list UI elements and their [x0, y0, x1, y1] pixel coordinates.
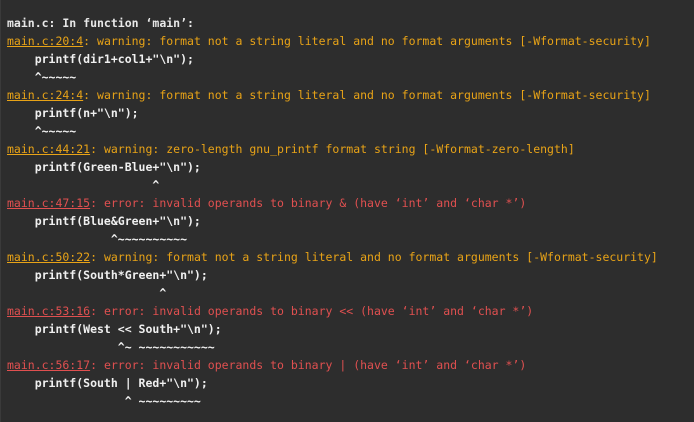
- diagnostic-message: : warning: format not a string literal a…: [90, 250, 658, 264]
- diagnostic-1: main.c:20:4: warning: format not a strin…: [7, 32, 694, 86]
- diagnostic-3: main.c:44:21: warning: zero-length gnu_p…: [7, 140, 694, 194]
- diagnostic-message: : warning: format not a string literal a…: [83, 34, 651, 48]
- source-line: printf(West << South+"\n");: [7, 322, 222, 336]
- diagnostic-line: main.c:24:4: warning: format not a strin…: [7, 86, 694, 104]
- diagnostic-line: main.c:50:22: warning: format not a stri…: [7, 248, 694, 266]
- caret-marker: ^~~~~~: [7, 70, 77, 84]
- diagnostic-location-link[interactable]: main.c:50:22: [7, 250, 90, 264]
- diagnostic-line: main.c:20:4: warning: format not a strin…: [7, 32, 694, 50]
- diagnostic-location-link[interactable]: main.c:24:4: [7, 88, 83, 102]
- diagnostic-2: main.c:24:4: warning: format not a strin…: [7, 86, 694, 140]
- diagnostic-line: main.c:53:16: error: invalid operands to…: [7, 302, 694, 320]
- diagnostic-message: : error: invalid operands to binary | (h…: [90, 358, 527, 372]
- diagnostic-5: main.c:50:22: warning: format not a stri…: [7, 248, 694, 302]
- diagnostic-location-link[interactable]: main.c:44:21: [7, 142, 90, 156]
- caret-marker: ^: [7, 286, 167, 300]
- diagnostic-7: main.c:56:17: error: invalid operands to…: [7, 356, 694, 410]
- diagnostic-message: : warning: zero-length gnu_printf format…: [90, 142, 575, 156]
- source-line: printf(Blue&Green+"\n");: [7, 214, 201, 228]
- diagnostic-message: : error: invalid operands to binary & (h…: [90, 196, 527, 210]
- diagnostic-message: : error: invalid operands to binary << (…: [90, 304, 534, 318]
- diagnostic-location-link[interactable]: main.c:47:15: [7, 196, 90, 210]
- caret-marker: ^~~~~~: [7, 124, 77, 138]
- diagnostic-line: main.c:56:17: error: invalid operands to…: [7, 356, 694, 374]
- diagnostic-location-link[interactable]: main.c:56:17: [7, 358, 90, 372]
- source-line: printf(South | Red+"\n");: [7, 376, 208, 390]
- caret-marker: ^~ ~~~~~~~~~~~: [7, 340, 215, 354]
- diagnostic-location-link[interactable]: main.c:20:4: [7, 34, 83, 48]
- terminal-output[interactable]: main.c: In function ‘main’: main.c:20:4:…: [0, 0, 694, 422]
- diagnostic-4: main.c:47:15: error: invalid operands to…: [7, 194, 694, 248]
- source-line: printf(Green-Blue+"\n");: [7, 160, 201, 174]
- diagnostic-location-link[interactable]: main.c:53:16: [7, 304, 90, 318]
- function-header: main.c: In function ‘main’:: [7, 16, 194, 30]
- diagnostic-6: main.c:53:16: error: invalid operands to…: [7, 302, 694, 356]
- diagnostic-message: : warning: format not a string literal a…: [83, 88, 651, 102]
- diagnostic-line: main.c:47:15: error: invalid operands to…: [7, 194, 694, 212]
- caret-marker: ^: [7, 178, 160, 192]
- source-line: printf(n+"\n");: [7, 106, 139, 120]
- caret-marker: ^~~~~~~~~~~: [7, 232, 188, 246]
- source-line: printf(dir1+col1+"\n");: [7, 52, 194, 66]
- caret-marker: ^ ~~~~~~~~~: [7, 394, 201, 408]
- diagnostic-line: main.c:44:21: warning: zero-length gnu_p…: [7, 140, 694, 158]
- source-line: printf(South*Green+"\n");: [7, 268, 208, 282]
